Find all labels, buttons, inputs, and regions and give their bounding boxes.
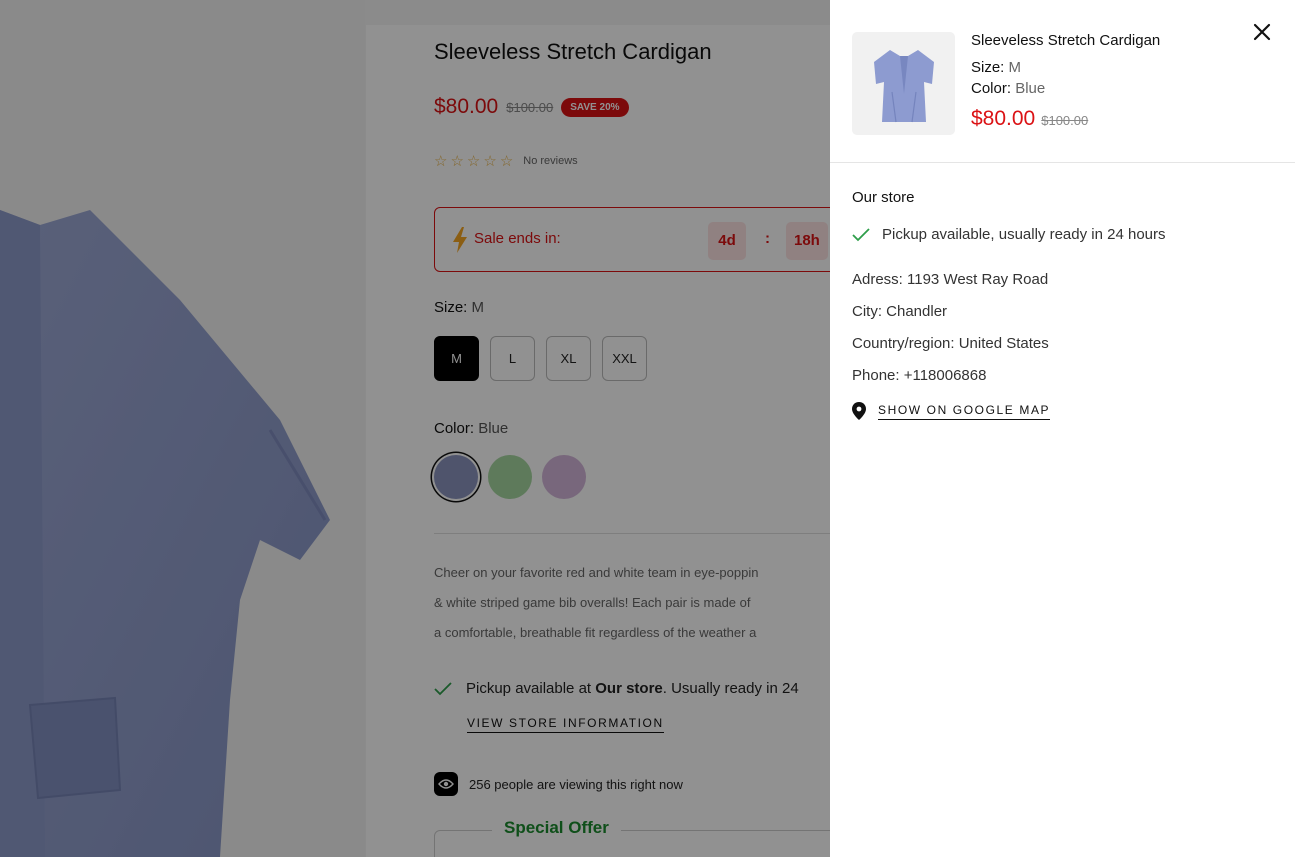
drawer-price-row: $80.00 $100.00: [971, 107, 1088, 131]
store-pickup-status: Pickup available, usually ready in 24 ho…: [852, 226, 1166, 243]
drawer-product-thumbnail: [852, 32, 955, 135]
store-address: Adress: 1193 West Ray Road: [852, 271, 1049, 288]
close-icon[interactable]: [1250, 20, 1274, 44]
store-city: City: Chandler: [852, 303, 948, 320]
drawer-size-value: M: [1008, 59, 1022, 76]
drawer-color-value: Blue: [1015, 80, 1046, 97]
drawer-size: Size: M: [971, 59, 1022, 76]
store-country: Country/region: United States: [852, 335, 1049, 352]
show-on-google-map-link[interactable]: SHOW ON GOOGLE MAP: [852, 402, 1051, 420]
check-icon: [852, 227, 870, 241]
drawer-product-summary: Sleeveless Stretch Cardigan Size: M Colo…: [830, 0, 1295, 163]
store-phone: Phone: +118006868: [852, 367, 987, 384]
drawer-product-title: Sleeveless Stretch Cardigan: [971, 32, 1161, 49]
store-info-drawer: Sleeveless Stretch Cardigan Size: M Colo…: [830, 0, 1295, 857]
drawer-color: Color: Blue: [971, 80, 1046, 97]
location-pin-icon: [852, 402, 866, 420]
drawer-compare-price: $100.00: [1041, 113, 1089, 128]
store-name: Our store: [852, 189, 915, 206]
drawer-price: $80.00: [971, 107, 1036, 130]
